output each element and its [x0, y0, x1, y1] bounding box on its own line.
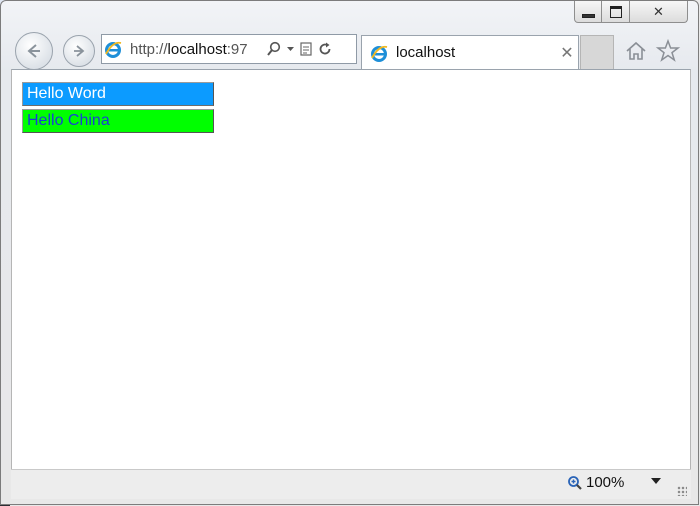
refresh-icon[interactable] [317, 41, 333, 57]
back-arrow-icon [27, 44, 40, 58]
back-button[interactable] [15, 32, 53, 70]
status-bar: 100% [11, 469, 691, 499]
minimize-button[interactable] [574, 1, 602, 23]
zoom-dropdown-icon[interactable] [651, 478, 661, 484]
search-icon[interactable] [266, 41, 282, 57]
close-icon: ✕ [653, 3, 664, 19]
close-tab-icon[interactable]: ✕ [556, 43, 578, 63]
home-icon[interactable] [623, 38, 649, 64]
resize-grip[interactable] [677, 486, 687, 496]
address-url: http://localhost:97 [130, 41, 262, 58]
zoom-icon [568, 475, 582, 490]
url-port: :97 [226, 40, 248, 58]
forward-arrow-icon [74, 45, 85, 57]
close-window-button[interactable]: ✕ [630, 1, 688, 23]
url-host: localhost [167, 40, 227, 58]
hello-word-bar: Hello Word [22, 82, 214, 106]
zoom-control[interactable]: 100% [567, 474, 624, 491]
compatibility-view-icon[interactable] [299, 41, 313, 57]
star-icon[interactable] [655, 38, 681, 64]
hello-china-bar: Hello China [22, 109, 214, 133]
address-bar[interactable]: http://localhost:97 [101, 34, 357, 64]
tab-localhost[interactable]: localhost ✕ [361, 35, 579, 69]
forward-button[interactable] [63, 35, 95, 67]
browser-window: ✕ http://localhost:97 localhost ✕ Hello … [0, 0, 699, 505]
page-content: Hello Word Hello China [11, 69, 691, 469]
internet-explorer-icon [102, 38, 124, 60]
internet-explorer-icon [368, 42, 390, 64]
minimize-icon [581, 13, 595, 18]
window-caption-buttons: ✕ [574, 1, 688, 23]
url-protocol: http:// [130, 40, 168, 58]
dropdown-arrow-icon[interactable] [286, 45, 295, 53]
maximize-button[interactable] [602, 1, 630, 23]
zoom-level: 100% [586, 474, 625, 491]
tab-title: localhost [396, 44, 456, 61]
maximize-icon [609, 5, 622, 18]
new-tab-button[interactable] [580, 35, 614, 69]
